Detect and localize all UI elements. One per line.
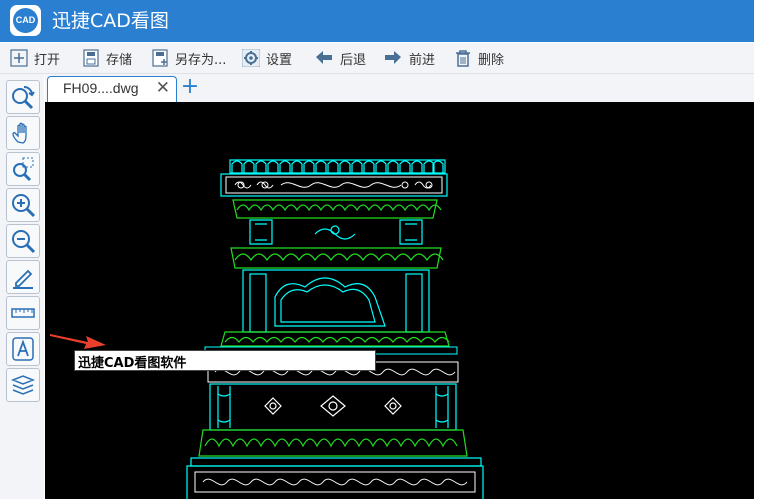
back-arrow-icon: [316, 51, 332, 64]
save-as-button[interactable]: 另存为...: [151, 46, 226, 70]
zoom-in-button[interactable]: [6, 188, 40, 222]
left-tool-panel: [0, 74, 44, 499]
zoom-out-icon: [12, 230, 36, 254]
drawing-canvas[interactable]: [45, 102, 754, 499]
save-as-icon: [152, 49, 168, 67]
document-tab-name: FH09....dwg: [63, 80, 139, 96]
zoom-previous-button[interactable]: [6, 80, 40, 114]
annotate-button[interactable]: [6, 260, 40, 294]
open-label: 打开: [34, 52, 61, 68]
bottom-lotus-band: [198, 429, 468, 457]
forward-arrow-icon: [385, 51, 401, 64]
zoom-out-button[interactable]: [6, 224, 40, 258]
right-edge: [754, 0, 767, 499]
open-button[interactable]: 打开: [10, 46, 60, 70]
top-crown: [220, 159, 448, 197]
text-button[interactable]: [6, 332, 40, 366]
pan-hand-icon: [12, 122, 27, 144]
text-icon: [12, 337, 34, 361]
app-logo: CAD: [10, 5, 41, 36]
cad-drawing: [186, 159, 484, 499]
app-title: 迅捷CAD看图: [52, 10, 169, 32]
measure-ruler-icon: [11, 308, 35, 318]
layers-button[interactable]: [6, 368, 40, 402]
forward-label: 前进: [409, 52, 436, 68]
document-tab[interactable]: FH09....dwg ✕: [47, 76, 177, 102]
save-label: 存储: [106, 52, 133, 68]
settings-label: 设置: [266, 52, 293, 68]
settings-button[interactable]: 设置: [242, 46, 292, 70]
zoom-window-button[interactable]: [6, 152, 40, 186]
measure-button[interactable]: [6, 296, 40, 330]
gear-icon: [242, 49, 260, 67]
panel-body: [242, 269, 430, 333]
annotate-pen-icon: [13, 269, 33, 289]
delete-label: 删除: [478, 52, 505, 68]
back-label: 后退: [340, 52, 367, 68]
layers-icon: [10, 375, 36, 395]
base-panel: [209, 383, 457, 431]
zoom-previous-icon: [12, 85, 35, 110]
trash-icon: [456, 50, 470, 67]
new-tab-button[interactable]: +: [179, 76, 201, 99]
main-toolbar: 打开 存储 另存为... 设置 后退 前进 删除: [0, 43, 754, 74]
plinth: [186, 457, 484, 499]
lower-lotus-band: [220, 331, 450, 347]
forward-button[interactable]: 前进: [383, 46, 435, 70]
back-button[interactable]: 后退: [314, 46, 366, 70]
close-tab-icon[interactable]: ✕: [156, 78, 170, 98]
zoom-window-icon: [13, 157, 34, 182]
upper-columns: [249, 219, 423, 245]
middle-lotus-band: [230, 247, 444, 269]
document-tab-bar: FH09....dwg ✕ +: [45, 74, 754, 102]
annotation-text: 迅捷CAD看图软件: [78, 356, 187, 371]
title-bar: CAD 迅捷CAD看图: [0, 0, 754, 42]
save-as-label: 另存为...: [175, 52, 227, 68]
pointer-arrow-icon: [50, 334, 106, 349]
save-button[interactable]: 存储: [82, 46, 132, 70]
upper-lotus-band: [232, 199, 442, 219]
zoom-in-icon: [12, 194, 36, 218]
delete-button[interactable]: 删除: [454, 46, 504, 70]
save-icon: [83, 49, 99, 67]
plus-icon: [10, 49, 28, 67]
pan-button[interactable]: [6, 116, 40, 150]
top-frieze: [225, 176, 443, 194]
text-annotation-box[interactable]: 迅捷CAD看图软件: [74, 350, 376, 371]
